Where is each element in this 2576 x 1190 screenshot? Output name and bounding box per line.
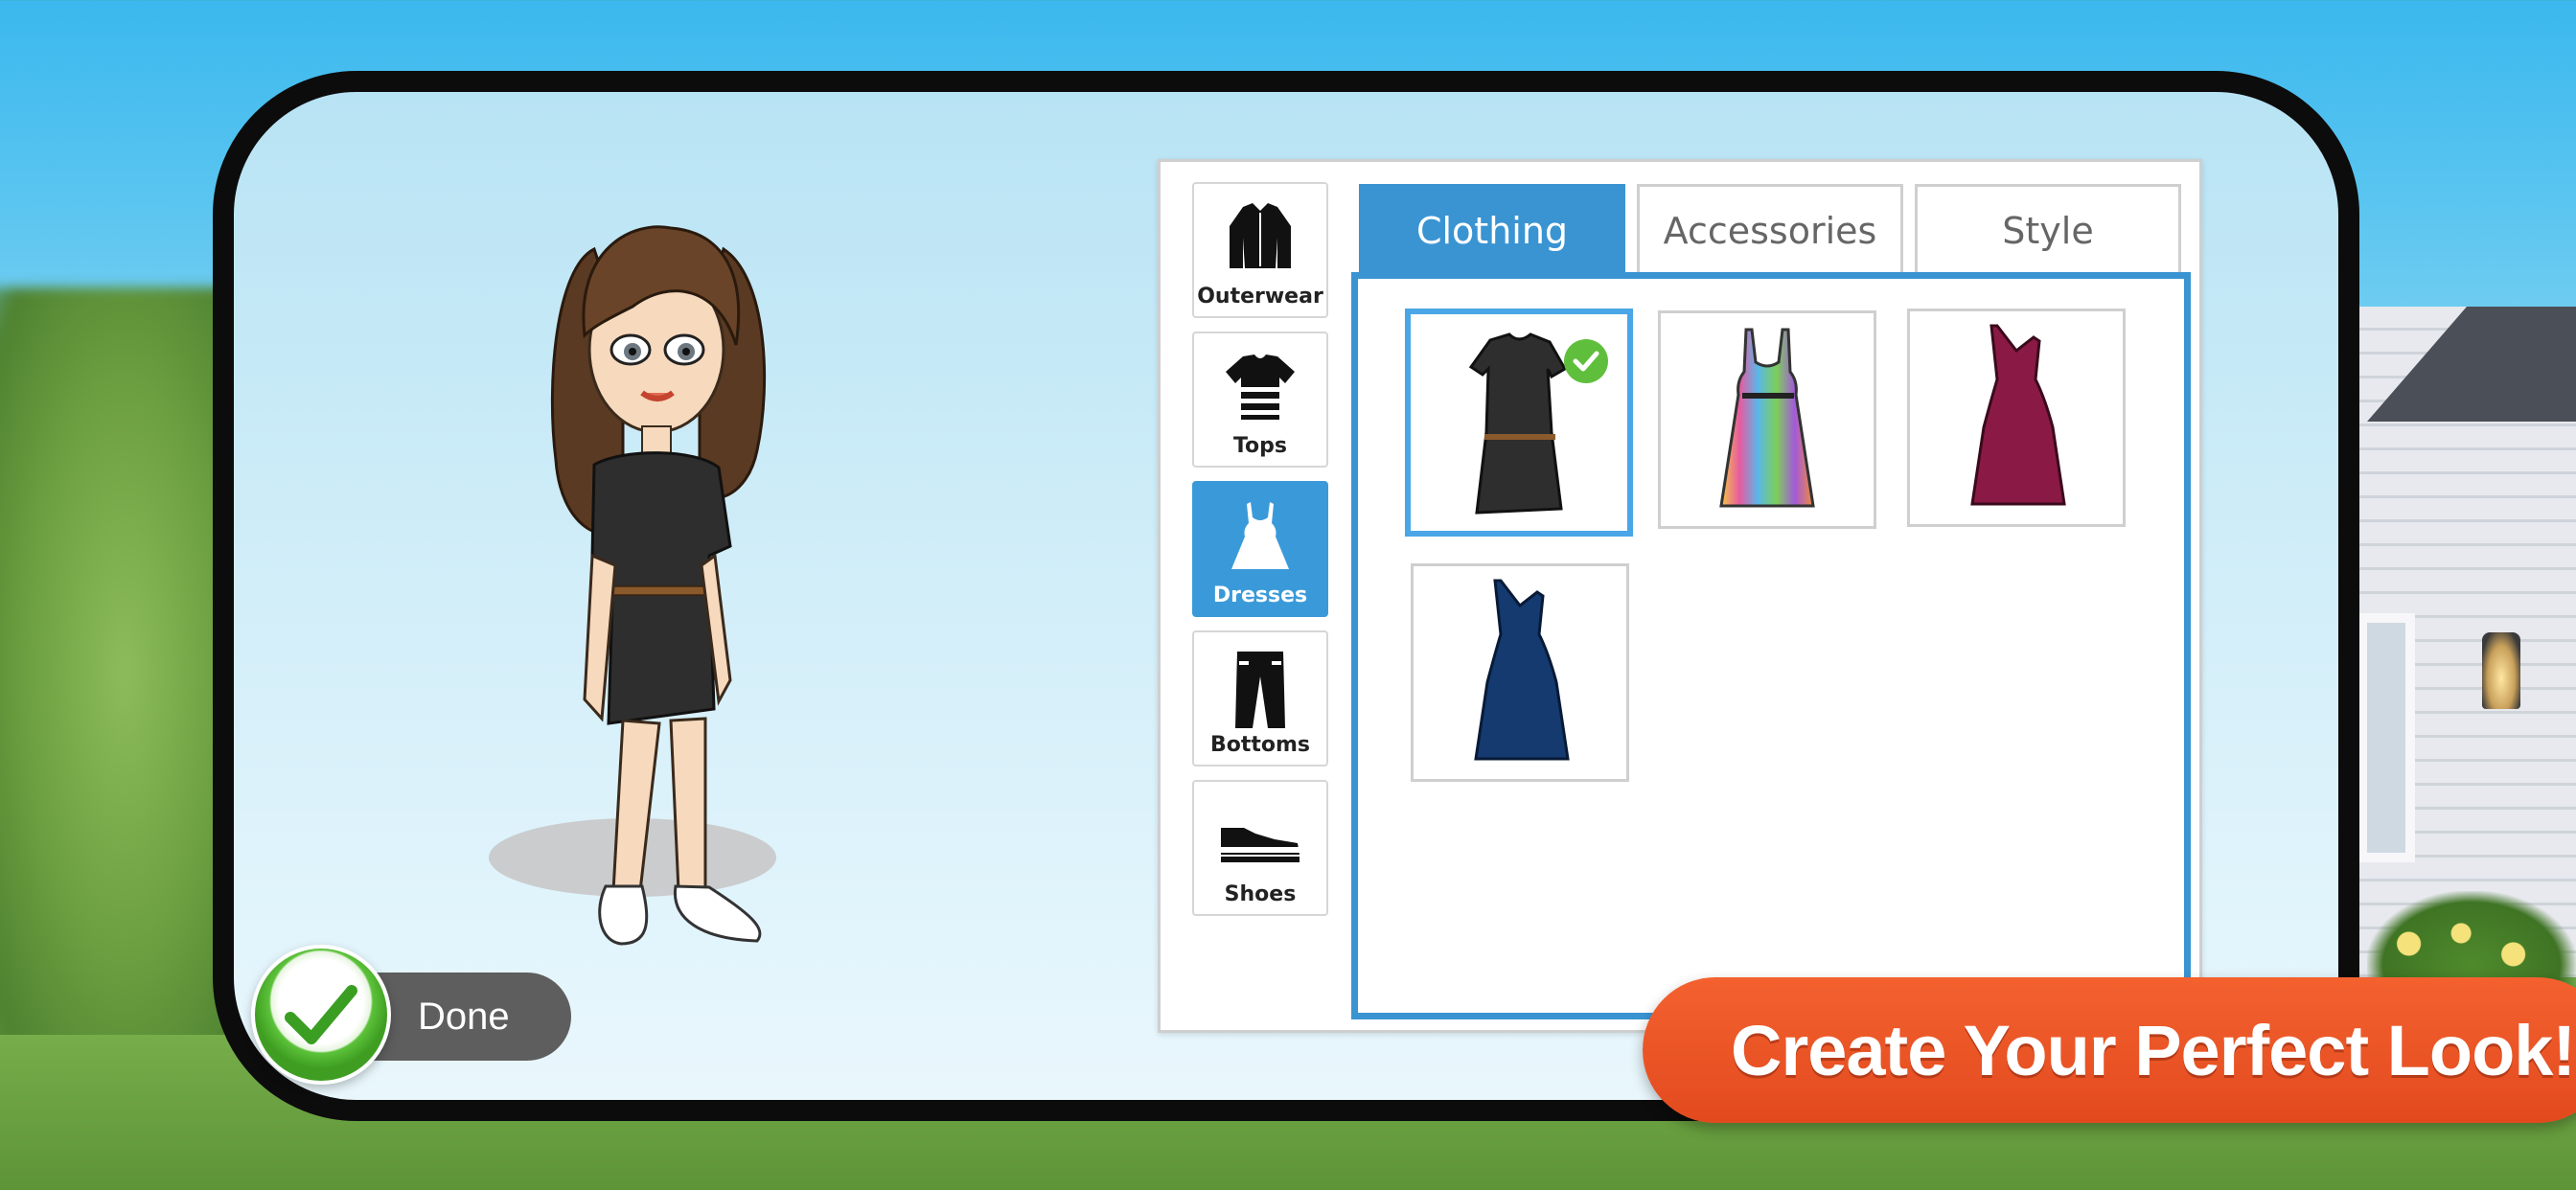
background-house-window bbox=[2358, 613, 2415, 862]
category-label: Outerwear bbox=[1197, 285, 1323, 309]
dress-burgundy-icon bbox=[1970, 324, 2066, 506]
promo-banner: Create Your Perfect Look! bbox=[1643, 977, 2576, 1123]
category-shoes[interactable]: Shoes bbox=[1192, 780, 1328, 916]
pants-icon bbox=[1235, 652, 1285, 728]
striped-shirt-icon bbox=[1226, 355, 1295, 420]
category-outerwear[interactable]: Outerwear bbox=[1192, 182, 1328, 318]
promo-text: Create Your Perfect Look! bbox=[1731, 1010, 2576, 1090]
dress-icon bbox=[1231, 502, 1289, 569]
sneaker-icon bbox=[1221, 828, 1300, 862]
category-dresses[interactable]: Dresses bbox=[1192, 481, 1328, 617]
dress-navy-icon bbox=[1474, 579, 1570, 761]
tab-style[interactable]: Style bbox=[1915, 184, 2181, 274]
tab-accessories[interactable]: Accessories bbox=[1637, 184, 1903, 274]
category-label: Bottoms bbox=[1209, 733, 1311, 757]
item-multicolor-print-dress[interactable] bbox=[1658, 310, 1876, 529]
category-label: Tops bbox=[1232, 434, 1288, 458]
item-black-belted-dress[interactable] bbox=[1405, 309, 1633, 537]
jacket-icon bbox=[1230, 203, 1291, 268]
item-navy-asymmetric-dress[interactable] bbox=[1411, 563, 1629, 782]
category-bottoms[interactable]: Bottoms bbox=[1192, 630, 1328, 767]
selected-check-icon bbox=[1564, 339, 1608, 383]
tab-label: Style bbox=[2002, 209, 2094, 252]
item-burgundy-asymmetric-dress[interactable] bbox=[1907, 309, 2126, 527]
done-check-icon[interactable] bbox=[251, 945, 391, 1085]
category-label: Shoes bbox=[1224, 882, 1297, 906]
category-label: Dresses bbox=[1212, 584, 1308, 607]
avatar-figure bbox=[550, 225, 767, 946]
tab-label: Clothing bbox=[1415, 209, 1569, 252]
tab-clothing[interactable]: Clothing bbox=[1359, 184, 1625, 274]
tab-label: Accessories bbox=[1663, 209, 1877, 252]
category-tops[interactable]: Tops bbox=[1192, 332, 1328, 468]
background-lamp bbox=[2482, 632, 2520, 709]
done-label: Done bbox=[418, 995, 510, 1038]
dress-print-icon bbox=[1719, 328, 1815, 508]
